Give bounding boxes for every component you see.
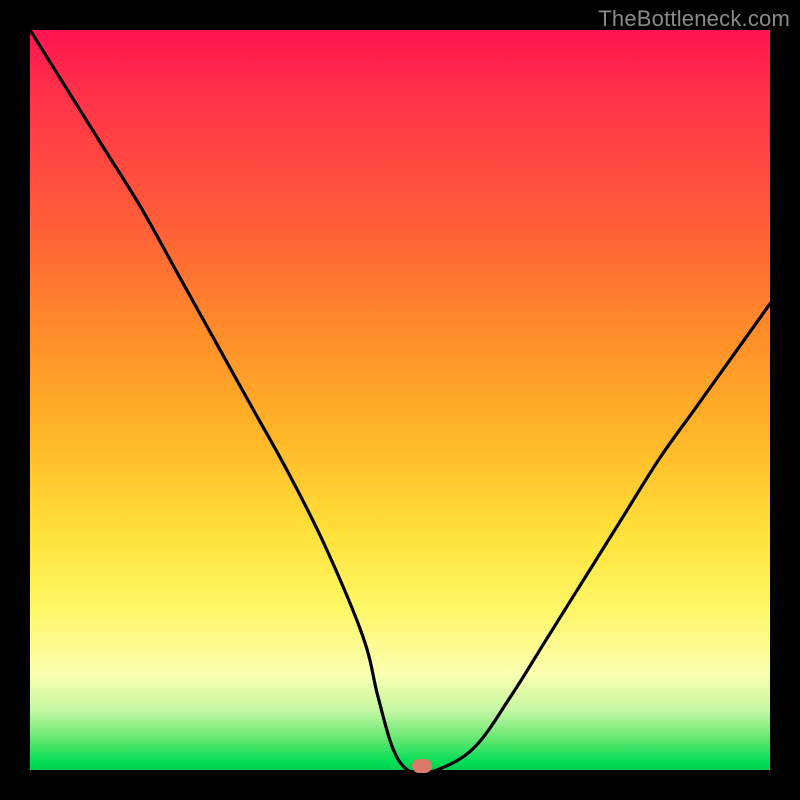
bottleneck-curve: [30, 30, 770, 770]
curve-path: [30, 30, 770, 770]
chart-frame: TheBottleneck.com: [0, 0, 800, 800]
chart-plot-area: [30, 30, 770, 770]
watermark-text: TheBottleneck.com: [598, 6, 790, 32]
optimal-point-marker: [412, 759, 432, 773]
